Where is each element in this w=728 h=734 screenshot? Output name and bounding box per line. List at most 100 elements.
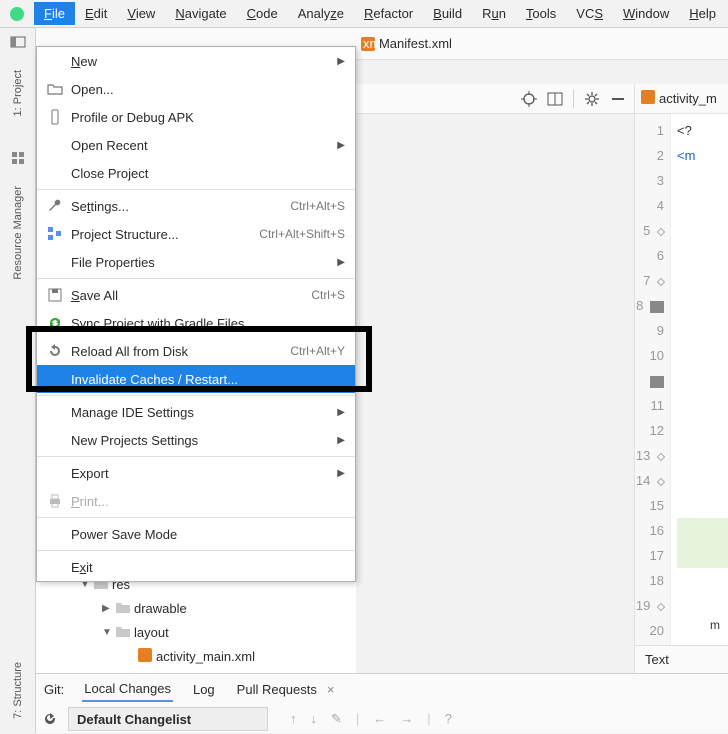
main-menubar: File Edit View Navigate Code Analyze Ref…: [0, 0, 728, 28]
menu-code[interactable]: Code: [237, 2, 288, 25]
gutter-line: 19: [635, 593, 664, 618]
android-studio-icon: [8, 5, 26, 23]
tree-label: activity_main.xml: [156, 649, 255, 664]
line-gutter: 12345 67 8 910 111213 14 1516171819 20: [635, 114, 671, 645]
menu-item-profile-or-debug-apk[interactable]: Profile or Debug APK: [37, 103, 355, 131]
project-tool-icon[interactable]: [10, 34, 26, 50]
menu-run[interactable]: Run: [472, 2, 516, 25]
menu-item-new[interactable]: New▶: [37, 47, 355, 75]
tab-log[interactable]: Log: [191, 678, 217, 701]
gear-icon[interactable]: [584, 91, 600, 107]
blank-icon: [47, 137, 63, 153]
split-icon[interactable]: [547, 91, 563, 107]
rail-label-structure[interactable]: 7: Structure: [12, 662, 24, 719]
code-line: [677, 543, 728, 568]
vcs-tabs: Git: Local Changes Log Pull Requests ×: [36, 674, 728, 704]
menu-item-print[interactable]: Print...: [37, 487, 355, 515]
tab-text[interactable]: Text: [645, 652, 669, 667]
menu-item-label: Reload All from Disk: [71, 344, 282, 359]
menu-item-close-project[interactable]: Close Project: [37, 159, 355, 187]
menu-item-settings[interactable]: Settings...Ctrl+Alt+S: [37, 192, 355, 220]
menu-item-export[interactable]: Export▶: [37, 459, 355, 487]
arrow-down-icon[interactable]: ↓: [311, 711, 318, 727]
arrow-left-icon[interactable]: ←: [373, 711, 386, 727]
blank-icon: [47, 465, 63, 481]
menu-item-label: File Properties: [71, 255, 329, 270]
menu-item-reload-all-from-disk[interactable]: Reload All from DiskCtrl+Alt+Y: [37, 337, 355, 365]
close-tab-icon[interactable]: ×: [327, 682, 335, 697]
tree-row[interactable]: ▼ layout: [36, 620, 356, 644]
editor-tab[interactable]: activity_m: [634, 84, 728, 114]
menu-item-file-properties[interactable]: File Properties▶: [37, 248, 355, 276]
tree-label: drawable: [134, 601, 187, 616]
menu-item-open-recent[interactable]: Open Recent▶: [37, 131, 355, 159]
xml-icon: [138, 648, 152, 665]
image-gutter-icon: [650, 376, 664, 388]
menu-item-label: Sync Project with Gradle Files: [71, 316, 345, 331]
menu-help[interactable]: Help: [679, 2, 726, 25]
menu-item-label: Exit: [71, 560, 345, 575]
reload-icon: [47, 343, 63, 359]
expand-arrow-icon[interactable]: ▼: [102, 627, 112, 638]
svg-text:xml: xml: [363, 37, 375, 51]
tab-pull-requests[interactable]: Pull Requests: [235, 678, 319, 701]
gutter-line: 6: [635, 243, 664, 268]
menu-item-invalidate-caches-restart[interactable]: Invalidate Caches / Restart...: [37, 365, 355, 393]
menu-window[interactable]: Window: [613, 2, 679, 25]
arrow-up-icon[interactable]: ↑: [290, 711, 297, 727]
menu-item-manage-ide-settings[interactable]: Manage IDE Settings▶: [37, 398, 355, 426]
submenu-arrow-icon: ▶: [337, 140, 345, 151]
code-line: <?: [677, 118, 728, 143]
refresh-icon[interactable]: [42, 711, 58, 727]
blank-icon: [47, 559, 63, 575]
edit-icon[interactable]: ✎: [331, 711, 342, 727]
save-icon: [47, 287, 63, 303]
vcs-toolbar: Default Changelist ↑ ↓ ✎ | ← → | ?: [36, 704, 728, 734]
expand-arrow-icon[interactable]: ▶: [102, 603, 112, 614]
minimize-icon[interactable]: [610, 91, 626, 107]
menu-edit[interactable]: Edit: [75, 2, 117, 25]
menu-item-project-structure[interactable]: Project Structure...Ctrl+Alt+Shift+S: [37, 220, 355, 248]
gutter-line: 5: [635, 218, 664, 243]
help-icon[interactable]: ?: [445, 711, 452, 727]
tree-row[interactable]: ▶ drawable: [36, 596, 356, 620]
menu-tools[interactable]: Tools: [516, 2, 566, 25]
menu-item-new-projects-settings[interactable]: New Projects Settings▶: [37, 426, 355, 454]
target-icon[interactable]: [521, 91, 537, 107]
menu-item-power-save-mode[interactable]: Power Save Mode: [37, 520, 355, 548]
blank-icon: [47, 53, 63, 69]
tree-row[interactable]: activity_main.xml: [36, 644, 356, 668]
resource-manager-icon[interactable]: [10, 150, 26, 166]
code-line: [677, 518, 728, 543]
menu-item-save-all[interactable]: Save AllCtrl+S: [37, 281, 355, 309]
gutter-marker-icon: [657, 602, 665, 610]
menu-navigate[interactable]: Navigate: [165, 2, 236, 25]
blank-icon: [47, 404, 63, 420]
blank-icon: [47, 432, 63, 448]
menu-item-open[interactable]: Open...: [37, 75, 355, 103]
menu-build[interactable]: Build: [423, 2, 472, 25]
menu-item-exit[interactable]: Exit: [37, 553, 355, 581]
menu-file[interactable]: File: [34, 2, 75, 25]
breadcrumb: xml Manifest.xml: [361, 36, 722, 51]
arrow-right-icon[interactable]: →: [400, 711, 413, 727]
menu-analyze[interactable]: Analyze: [288, 2, 354, 25]
menu-view[interactable]: View: [117, 2, 165, 25]
menu-refactor[interactable]: Refactor: [354, 2, 423, 25]
rail-label-resource-manager[interactable]: Resource Manager: [12, 186, 24, 280]
default-changelist[interactable]: Default Changelist: [68, 707, 268, 731]
shortcut-label: Ctrl+Alt+S: [290, 199, 345, 213]
gutter-marker-icon: [657, 452, 665, 460]
tab-local-changes[interactable]: Local Changes: [82, 677, 173, 702]
submenu-arrow-icon: ▶: [337, 435, 345, 446]
sync-icon: [47, 315, 63, 331]
rail-label-project[interactable]: 1: Project: [12, 70, 24, 116]
menu-vcs[interactable]: VCS: [566, 2, 613, 25]
gutter-line: 14: [635, 468, 664, 493]
gutter-line: 8: [635, 293, 664, 318]
file-menu-dropdown: New▶Open...Profile or Debug APKOpen Rece…: [36, 46, 356, 582]
blank-icon: [47, 526, 63, 542]
code-area[interactable]: <? <m: [671, 114, 728, 645]
menu-item-sync-project-with-gradle-files[interactable]: Sync Project with Gradle Files: [37, 309, 355, 337]
vcs-panel: Git: Local Changes Log Pull Requests × D…: [36, 673, 728, 733]
